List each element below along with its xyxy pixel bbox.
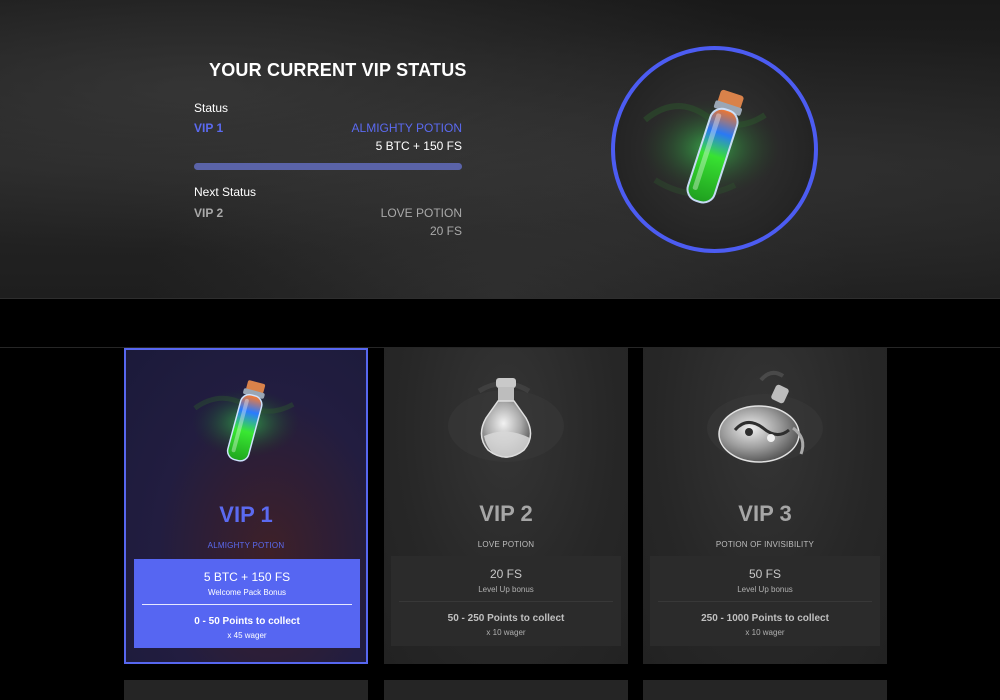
vip-card-1[interactable]: VIP 1 ALMIGHTY POTION 5 BTC + 150 FS Wel… — [124, 348, 368, 664]
card-reward-panel: 5 BTC + 150 FS Welcome Pack Bonus 0 - 50… — [134, 559, 360, 648]
vip-card-5[interactable] — [384, 680, 628, 700]
card-divider — [399, 601, 613, 602]
green-potion-vial-icon — [641, 89, 781, 204]
card-divider — [658, 601, 872, 602]
card-potion-name: POTION OF INVISIBILITY — [715, 540, 815, 549]
card-points-range: 0 - 50 Points to collect — [194, 616, 300, 627]
section-divider — [0, 299, 1000, 348]
card-tier: VIP 1 — [219, 502, 273, 527]
next-potion-name: LOVE POTION — [380, 206, 462, 220]
card-tier: VIP 3 — [738, 501, 792, 526]
round-flask-icon — [448, 378, 564, 462]
status-progress-bar — [194, 163, 462, 170]
next-prize: 20 FS — [429, 224, 462, 238]
status-label: Status — [194, 101, 229, 115]
card-prize: 5 BTC + 150 FS — [203, 570, 291, 584]
card-wager: x 10 wager — [486, 628, 526, 637]
vip-card-3[interactable]: VIP 3 POTION OF INVISIBILITY 50 FS Level… — [643, 348, 887, 664]
card-prize-subtitle: Level Up bonus — [737, 585, 793, 594]
vip-card-6[interactable] — [643, 680, 887, 700]
yin-yang-flask-icon — [707, 370, 823, 463]
green-potion-vial-icon — [191, 380, 301, 462]
card-potion-name: ALMIGHTY POTION — [207, 541, 285, 550]
status-progress-fill — [194, 163, 462, 170]
card-prize-subtitle: Welcome Pack Bonus — [207, 588, 287, 597]
next-status-label: Next Status — [194, 185, 257, 199]
vip-card-4[interactable] — [124, 680, 368, 700]
card-wager: x 45 wager — [227, 631, 267, 640]
card-points-range: 250 - 1000 Points to collect — [701, 613, 829, 624]
card-potion-name: LOVE POTION — [477, 540, 535, 549]
card-points-range: 50 - 250 Points to collect — [447, 613, 565, 624]
next-tier: VIP 2 — [194, 206, 224, 220]
page-title: YOUR CURRENT VIP STATUS — [209, 60, 467, 80]
card-wager: x 10 wager — [745, 628, 785, 637]
card-prize: 50 FS — [748, 567, 781, 581]
current-potion-name: ALMIGHTY POTION — [351, 121, 462, 135]
card-reward-panel: 20 FS Level Up bonus 50 - 250 Points to … — [391, 556, 621, 646]
current-vip-badge — [611, 46, 818, 253]
current-prize: 5 BTC + 150 FS — [375, 139, 462, 153]
card-divider — [142, 604, 352, 605]
card-prize: 20 FS — [489, 567, 522, 581]
vip-status-header: YOUR CURRENT VIP STATUS Status VIP 1 ALM… — [0, 0, 1000, 299]
card-tier: VIP 2 — [479, 501, 533, 526]
vip-card-2[interactable]: VIP 2 LOVE POTION 20 FS Level Up bonus 5… — [384, 348, 628, 664]
card-prize-subtitle: Level Up bonus — [478, 585, 534, 594]
current-tier: VIP 1 — [194, 121, 224, 135]
card-reward-panel: 50 FS Level Up bonus 250 - 1000 Points t… — [650, 556, 880, 646]
